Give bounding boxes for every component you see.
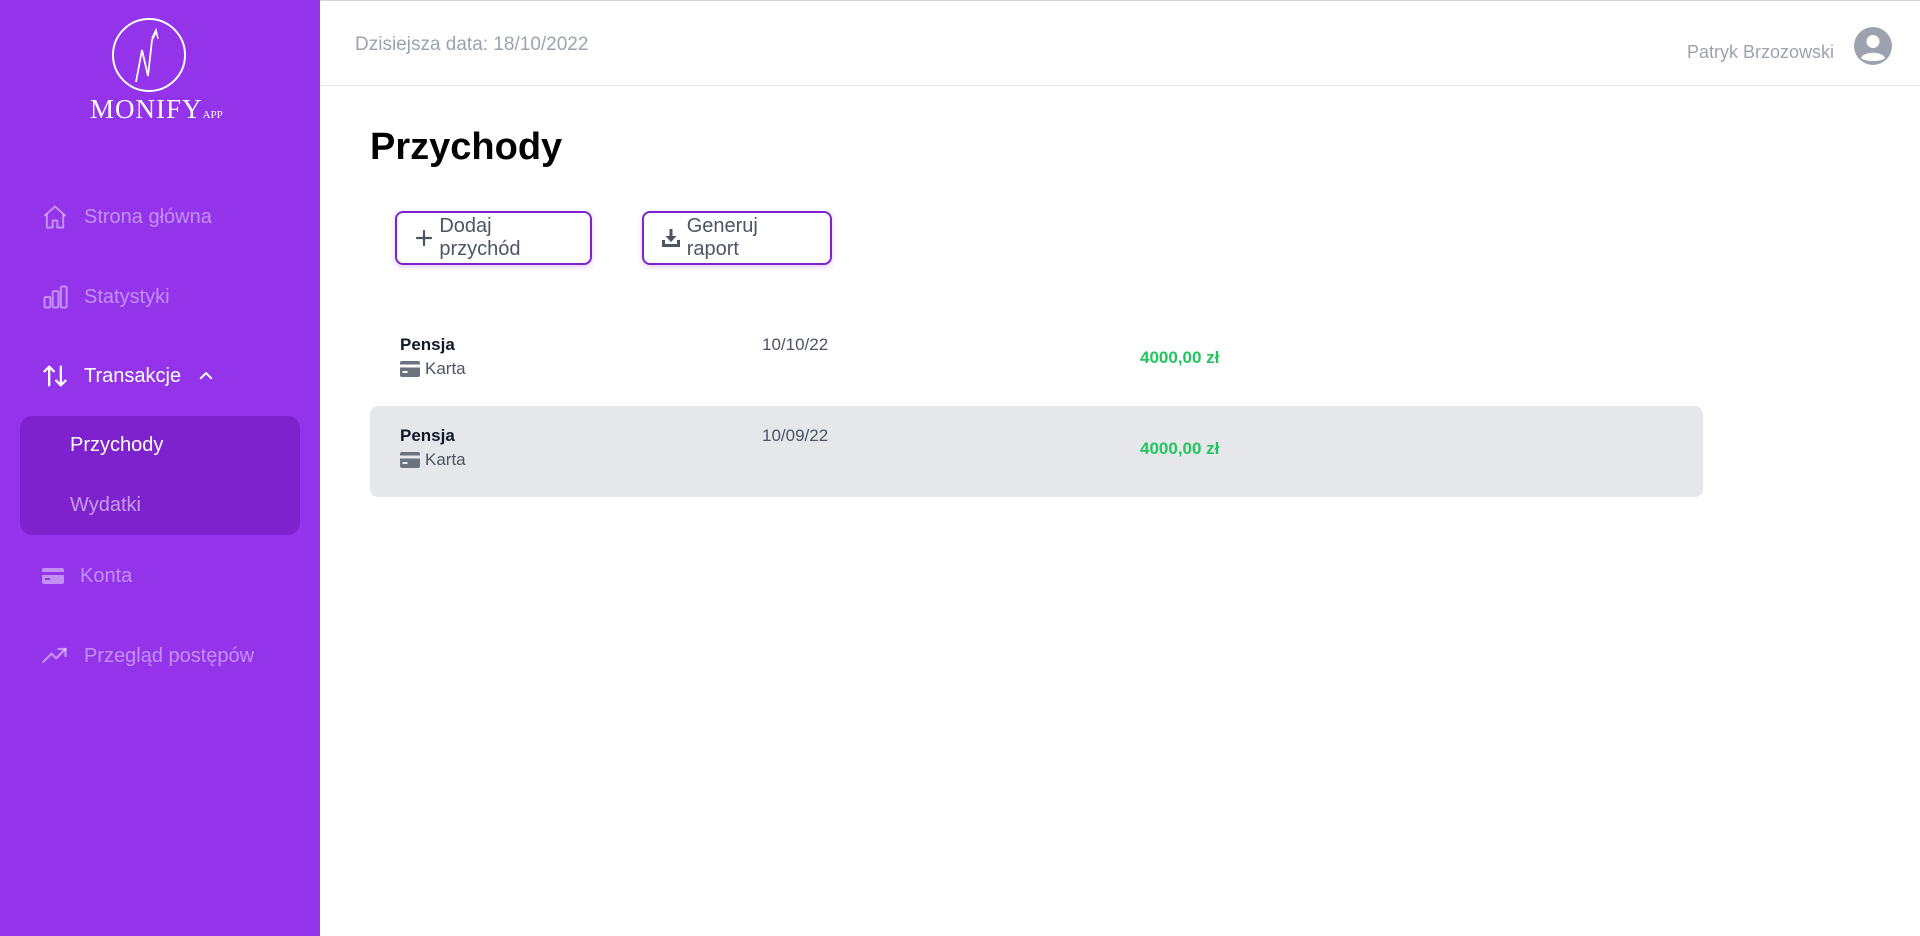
home-icon xyxy=(40,202,70,232)
avatar[interactable] xyxy=(1854,27,1892,65)
add-income-button[interactable]: Dodaj przychód xyxy=(395,211,592,265)
transaction-date: 10/10/22 xyxy=(762,335,829,354)
transaction-title: Pensja xyxy=(400,335,455,354)
submenu-item-expenses[interactable]: Wydatki xyxy=(70,494,141,517)
sidebar-item-label: Strona główna xyxy=(84,205,212,228)
sidebar-item-progress[interactable]: Przegląd postępów xyxy=(40,639,254,673)
transaction-title: Pensja xyxy=(400,426,455,445)
credit-card-icon xyxy=(40,561,66,591)
chevron-up-icon[interactable] xyxy=(197,367,215,385)
sidebar-item-accounts[interactable]: Konta xyxy=(40,559,132,593)
app-root: MONIFYAPP Strona główna Statystyki Trans… xyxy=(0,0,1920,936)
sidebar: MONIFYAPP Strona główna Statystyki Trans… xyxy=(0,0,320,936)
sidebar-item-statistics[interactable]: Statystyki xyxy=(40,280,170,314)
sidebar-item-label: Transakcje xyxy=(84,364,182,387)
generate-report-button[interactable]: Generuj raport xyxy=(642,211,832,265)
credit-card-icon xyxy=(400,452,420,468)
download-icon xyxy=(660,227,682,249)
transactions-submenu: Przychody Wydatki xyxy=(20,416,300,535)
credit-card-icon xyxy=(400,361,420,377)
trending-up-icon xyxy=(40,641,70,671)
top-header: Dzisiejsza data: 18/10/2022 Patryk Brzoz… xyxy=(320,0,1920,86)
bar-chart-icon xyxy=(40,282,70,312)
plus-icon xyxy=(413,227,434,249)
transaction-date: 10/09/22 xyxy=(762,426,829,445)
page-title: Przychody xyxy=(370,126,563,168)
user-name[interactable]: Patryk Brzozowski xyxy=(1687,42,1834,63)
add-income-label: Dodaj przychód xyxy=(439,215,521,260)
sidebar-item-label: Statystyki xyxy=(84,285,170,308)
logo-emblem xyxy=(112,18,186,92)
transaction-method: Karta xyxy=(400,450,466,470)
sidebar-item-home[interactable]: Strona główna xyxy=(40,200,212,234)
generate-report-label: Generuj raport xyxy=(686,215,758,260)
submenu-item-income[interactable]: Przychody xyxy=(70,434,163,457)
transaction-amount: 4000,00 zł xyxy=(1140,439,1220,458)
current-date: Dzisiejsza data: 18/10/2022 xyxy=(355,34,589,55)
app-logo[interactable]: MONIFYAPP xyxy=(88,18,236,128)
sidebar-item-label: Konta xyxy=(80,564,133,587)
sidebar-item-transactions[interactable]: Transakcje xyxy=(40,359,215,393)
table-row[interactable]: Pensja Karta 10/09/22 4000,00 zł xyxy=(370,406,1703,497)
user-circle-icon xyxy=(1854,27,1892,65)
arrows-up-down-icon xyxy=(40,361,70,391)
transaction-amount: 4000,00 zł xyxy=(1140,348,1220,367)
logo-wordmark: MONIFYAPP xyxy=(90,94,223,124)
sidebar-item-label: Przegląd postępów xyxy=(84,644,255,667)
transaction-method: Karta xyxy=(400,359,466,379)
table-row[interactable]: Pensja Karta 10/10/22 4000,00 zł xyxy=(370,315,1703,406)
